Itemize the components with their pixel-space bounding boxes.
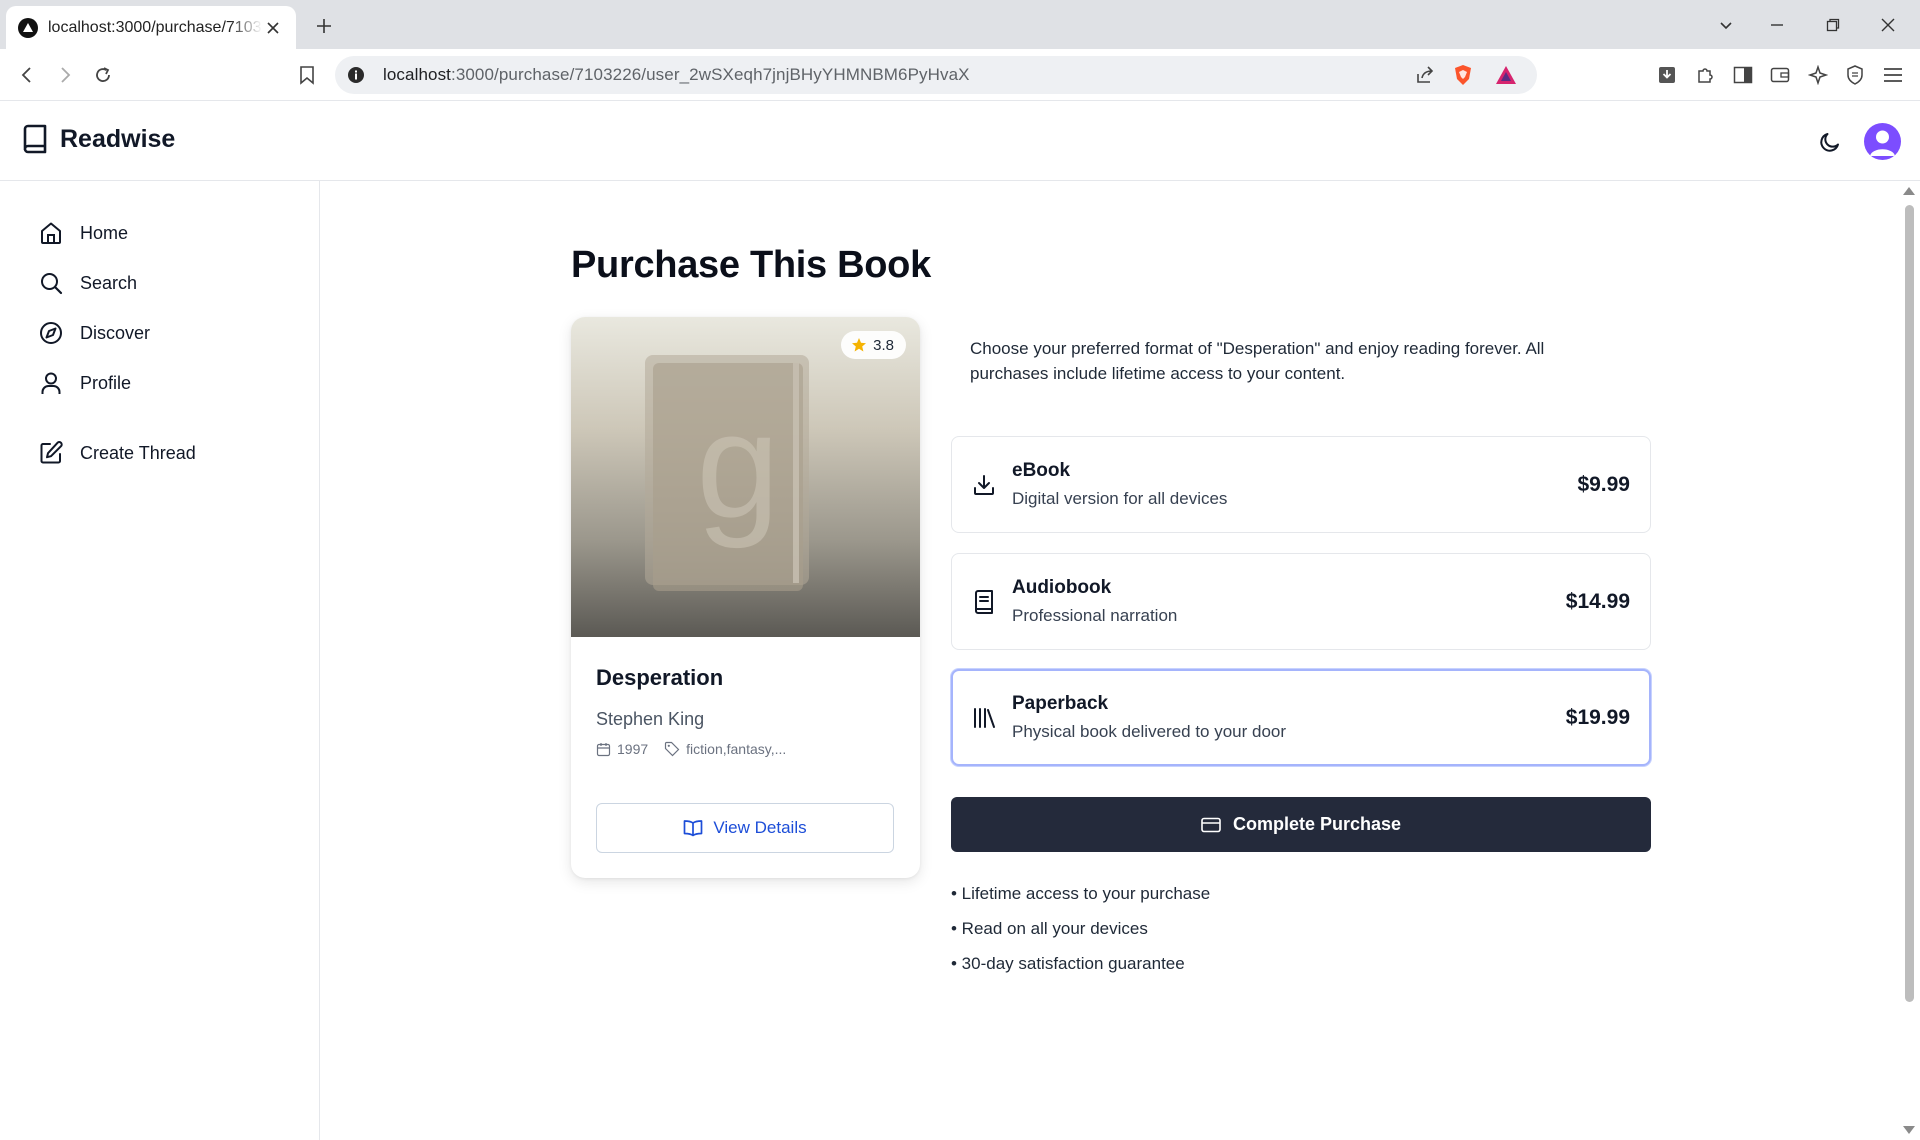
sidebar-item-profile[interactable]: Profile [38, 365, 131, 401]
tab-search-chevron-icon[interactable] [1709, 10, 1743, 40]
option-price: $19.99 [1565, 706, 1630, 729]
goodreads-placeholder-icon: g [645, 355, 809, 591]
sidebar-item-discover[interactable]: Discover [38, 315, 150, 351]
close-window-icon[interactable] [1871, 10, 1905, 40]
format-option-audiobook[interactable]: Audiobook Professional narration $14.99 [951, 553, 1651, 650]
complete-purchase-label: Complete Purchase [1232, 814, 1402, 834]
moon-icon[interactable] [1814, 126, 1846, 158]
tab-title: localhost:3000/purchase/7103226/user_2wS… [48, 18, 262, 36]
browser-tab[interactable]: localhost:3000/purchase/7103226/user_2wS… [6, 6, 296, 49]
book-card: g 3.8 Desperation Stephen King 1997 fict… [571, 317, 920, 878]
star-icon [852, 338, 867, 352]
page-scrollbar[interactable] [1898, 181, 1920, 1140]
book-year-value: 1997 [617, 741, 649, 757]
site-info-icon[interactable] [345, 64, 367, 86]
book-year: 1997 [596, 741, 648, 757]
option-price: $14.99 [1565, 590, 1630, 613]
vpn-icon[interactable] [1840, 61, 1870, 89]
menu-icon[interactable] [1878, 61, 1908, 89]
minimize-icon[interactable] [1760, 10, 1794, 40]
sidebar-toggle-icon[interactable] [1728, 61, 1758, 89]
sidebar-item-label: Profile [80, 372, 132, 393]
wallet-icon[interactable] [1765, 61, 1795, 89]
svg-text:g: g [696, 381, 779, 549]
browser-toolbar: localhost:3000/purchase/7103226/user_2wS… [0, 49, 1920, 101]
book-text-icon [971, 589, 997, 615]
view-details-button[interactable]: View Details [596, 803, 894, 853]
book-meta: 1997 fiction,fantasy,... [596, 741, 786, 757]
url-path: :3000/purchase/7103226/user_2wSXeqh7jnjB… [451, 65, 970, 84]
brave-shield-icon[interactable] [1450, 62, 1476, 88]
sidebar-item-label: Search [80, 272, 138, 293]
library-icon [971, 705, 997, 731]
format-option-paperback[interactable]: Paperback Physical book delivered to you… [951, 669, 1651, 766]
format-option-ebook[interactable]: eBook Digital version for all devices $9… [951, 436, 1651, 533]
compass-icon [40, 322, 62, 344]
purchase-intro: Choose your preferred format of "Despera… [970, 339, 1545, 383]
tag-icon [665, 741, 680, 757]
sidebar-item-label: Discover [80, 322, 151, 343]
reload-icon[interactable] [88, 61, 118, 89]
view-details-label: View Details [713, 818, 807, 837]
book-title: Desperation [596, 665, 724, 690]
book-author: Stephen King [596, 709, 705, 729]
sidebar-item-search[interactable]: Search [38, 265, 137, 301]
sidebar-item-home[interactable]: Home [38, 215, 128, 251]
edit-icon [40, 441, 63, 464]
sidebar-item-label: Home [80, 222, 129, 243]
restore-icon[interactable] [1816, 10, 1850, 40]
option-description: Digital version for all devices [1012, 489, 1228, 508]
sidebar-item-create-thread[interactable]: Create Thread [38, 435, 196, 471]
sidebar: Home Search Discover Profile Create Thre… [0, 181, 320, 1140]
close-tab-icon[interactable] [262, 17, 284, 39]
brand-name: Readwise [60, 124, 176, 153]
perk-item: • Read on all your devices [951, 919, 1148, 938]
address-bar[interactable]: localhost:3000/purchase/7103226/user_2wS… [335, 56, 1537, 94]
leo-ai-icon[interactable] [1803, 61, 1833, 89]
option-name: Audiobook [1012, 577, 1112, 598]
extensions-icon[interactable] [1690, 61, 1720, 89]
bookmark-icon[interactable] [292, 61, 322, 89]
rating-badge: 3.8 [841, 331, 906, 359]
purchase-perks: • Lifetime access to your purchase • Rea… [951, 882, 1210, 987]
option-name: Paperback [1012, 693, 1109, 714]
search-icon [41, 273, 63, 295]
scroll-up-arrow-icon[interactable] [1903, 187, 1915, 195]
option-description: Physical book delivered to your door [1012, 722, 1287, 741]
brand-logo[interactable]: Readwise [20, 123, 175, 155]
browser-tab-bar: localhost:3000/purchase/7103226/user_2wS… [0, 0, 1920, 49]
avatar[interactable] [1864, 123, 1901, 160]
download-icon [971, 472, 997, 498]
user-icon [41, 372, 61, 394]
share-icon[interactable] [1412, 62, 1438, 88]
complete-purchase-button[interactable]: Complete Purchase [951, 797, 1651, 852]
page-title: Purchase This Book [571, 244, 931, 286]
downloads-icon[interactable] [1652, 61, 1682, 89]
option-name: eBook [1012, 460, 1071, 481]
forward-icon[interactable] [50, 61, 80, 89]
back-icon[interactable] [12, 61, 42, 89]
open-book-icon [684, 820, 703, 837]
rating-value: 3.8 [873, 336, 894, 354]
book-genres-value: fiction,fantasy,... [686, 741, 787, 757]
calendar-icon [596, 742, 611, 756]
scroll-down-arrow-icon[interactable] [1903, 1126, 1915, 1134]
book-genres: fiction,fantasy,... [664, 741, 786, 757]
brave-rewards-icon[interactable] [1493, 62, 1519, 88]
perk-item: • 30-day satisfaction guarantee [951, 954, 1185, 973]
url-host: localhost [383, 65, 451, 84]
new-tab-icon[interactable] [310, 12, 338, 40]
credit-card-icon [1201, 817, 1221, 832]
option-description: Professional narration [1012, 606, 1178, 625]
book-cover[interactable]: g 3.8 [571, 317, 920, 637]
home-icon [41, 222, 61, 244]
favicon-icon [18, 17, 38, 38]
url-text[interactable]: localhost:3000/purchase/7103226/user_2wS… [383, 65, 970, 85]
scrollbar-thumb[interactable] [1905, 205, 1914, 1002]
perk-item: • Lifetime access to your purchase [951, 884, 1211, 903]
app-header: Readwise [0, 101, 1920, 181]
book-logo-icon [23, 124, 47, 154]
option-price: $9.99 [1577, 473, 1630, 496]
sidebar-item-label: Create Thread [80, 442, 196, 463]
